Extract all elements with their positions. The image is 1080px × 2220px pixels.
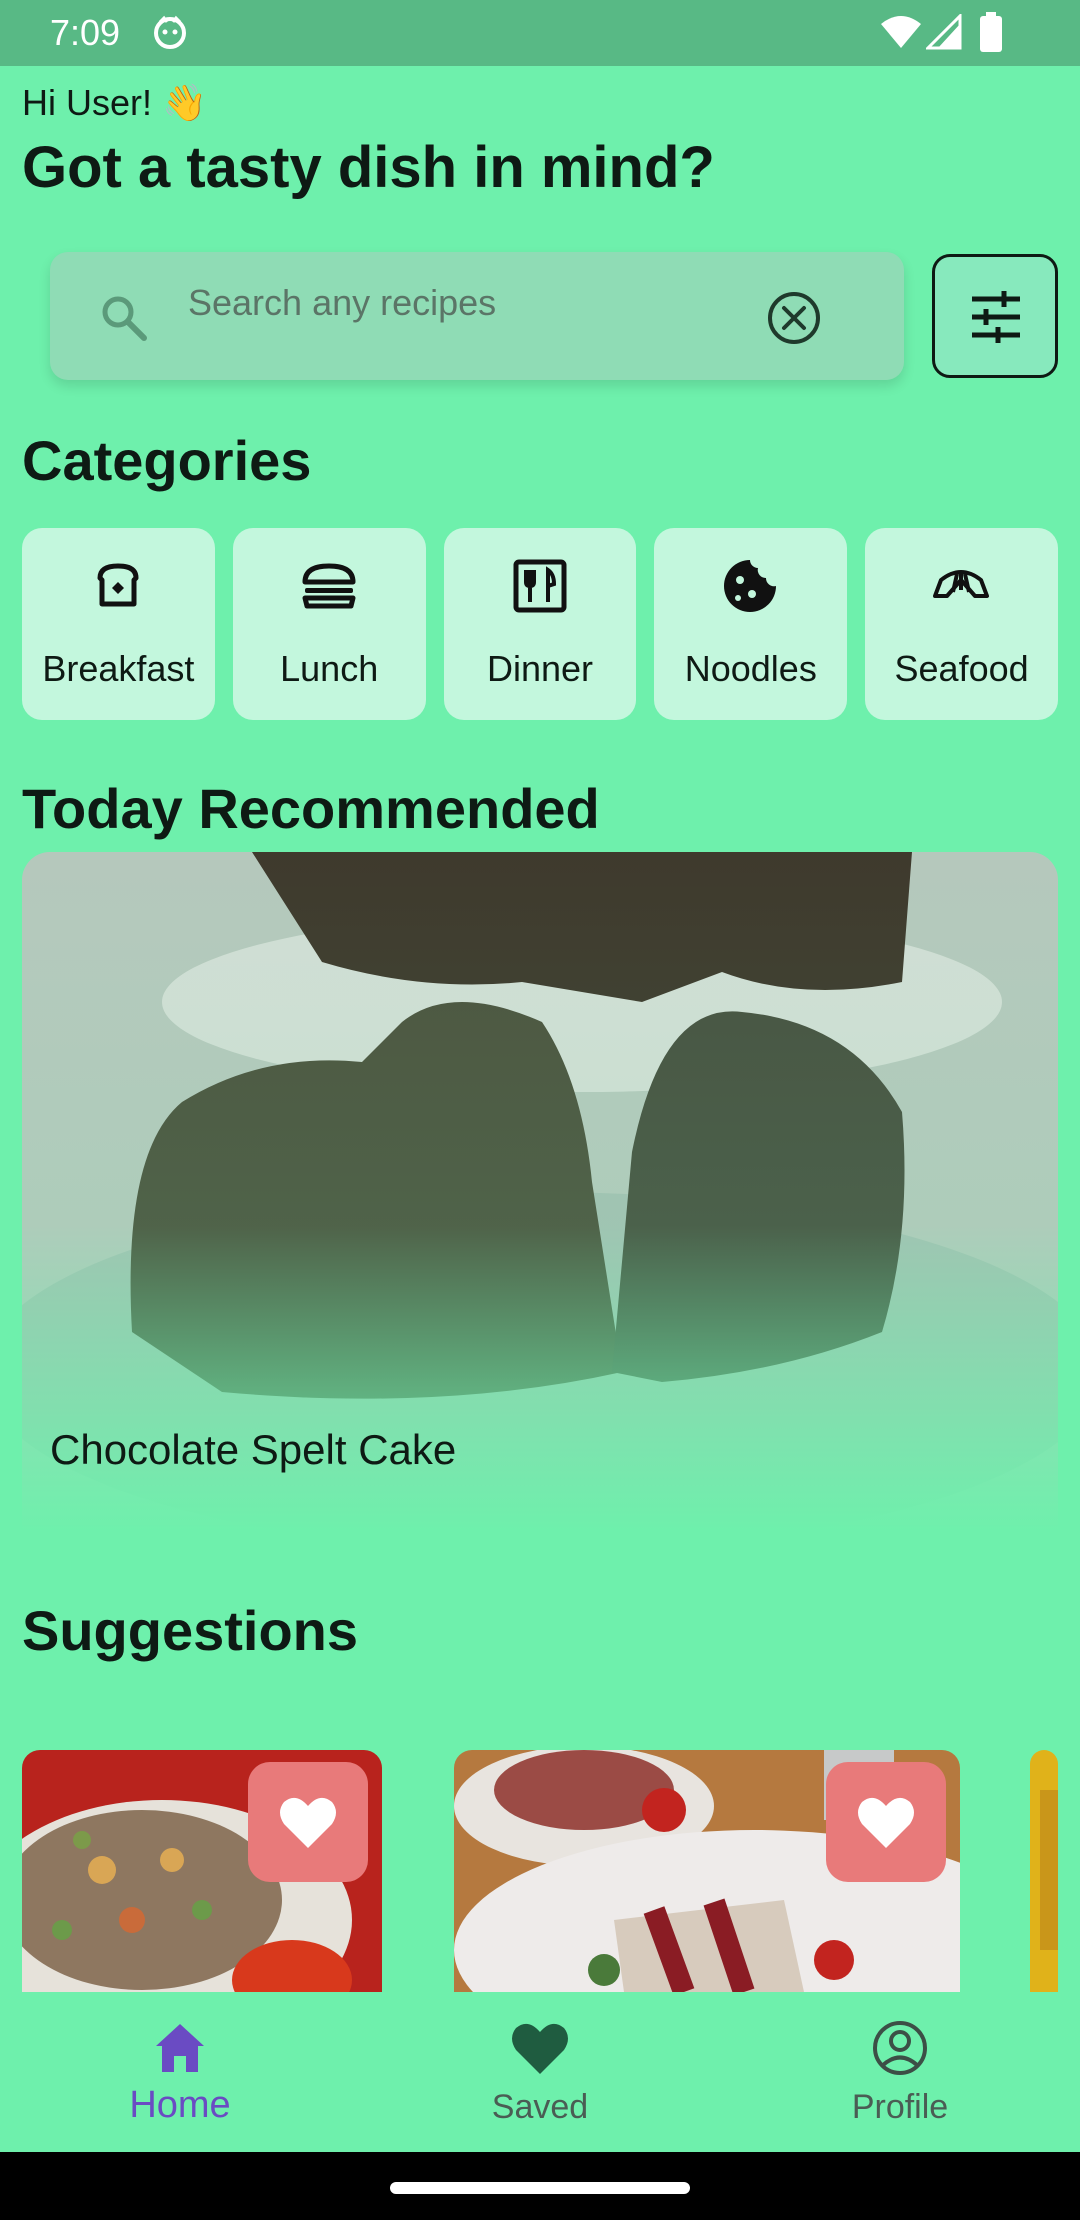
suggestion-card[interactable] [22, 1750, 382, 1992]
category-dinner[interactable]: Dinner [443, 528, 637, 720]
nav-saved[interactable]: Saved [360, 1992, 720, 2152]
home-gesture-handle[interactable] [390, 2182, 690, 2194]
account-circle-icon [873, 2021, 927, 2075]
nav-profile[interactable]: Profile [720, 1992, 1080, 2152]
nav-label: Home [129, 2084, 231, 2126]
seafood-icon [933, 570, 990, 598]
category-label: Breakfast [42, 648, 195, 689]
recipe-image [1030, 1750, 1058, 1992]
categories-list: Breakfast Lunch Dinner Noodles Seafood [22, 528, 1058, 720]
suggestion-card[interactable] [1030, 1750, 1058, 1992]
recommended-title: Today Recommended [22, 777, 600, 840]
recipe-name: Chocolate Spelt Cake [50, 1426, 457, 1473]
toast-icon [97, 563, 139, 607]
tune-icon [972, 291, 1020, 343]
category-label: Seafood [894, 648, 1029, 689]
clear-icon[interactable] [764, 288, 824, 348]
suggestions-title: Suggestions [22, 1599, 359, 1662]
search-input[interactable]: Search any recipes [50, 252, 904, 380]
cookie-icon [724, 560, 777, 612]
category-noodles[interactable]: Noodles [654, 528, 848, 720]
category-label: Lunch [280, 648, 379, 689]
page-title: Got a tasty dish in mind? [22, 135, 715, 200]
recommended-card[interactable]: Chocolate Spelt Cake [22, 852, 1058, 1532]
bottom-navigation: Home Saved Profile [0, 1992, 1080, 2152]
gesture-bar [0, 2152, 1080, 2220]
nav-label: Profile [851, 2088, 949, 2126]
signal-icon [926, 14, 962, 50]
favorite-button[interactable] [826, 1762, 946, 1882]
categories-title: Categories [22, 429, 312, 492]
battery-icon [980, 12, 1002, 52]
dinner-icon [513, 559, 567, 613]
burger-icon [302, 563, 356, 609]
heart-icon [858, 1797, 914, 1848]
greeting-text: Hi User! 👋 [22, 82, 207, 123]
nav-home[interactable]: Home [0, 1992, 360, 2152]
filter-button[interactable] [932, 254, 1058, 378]
category-label: Dinner [486, 648, 594, 689]
home-icon [156, 2024, 204, 2072]
search-icon [102, 296, 147, 341]
nav-label: Saved [491, 2088, 589, 2126]
category-seafood[interactable]: Seafood [865, 528, 1058, 720]
category-lunch[interactable]: Lunch [232, 528, 426, 720]
heart-icon [512, 2023, 568, 2074]
suggestion-card[interactable] [454, 1750, 960, 1992]
status-time: 7:09 [50, 12, 121, 53]
category-breakfast[interactable]: Breakfast [22, 528, 215, 720]
app-notification-icon [154, 15, 186, 49]
wifi-icon [881, 16, 921, 48]
heart-icon [280, 1797, 336, 1848]
search-placeholder: Search any recipes [188, 282, 497, 323]
category-label: Noodles [684, 648, 817, 689]
status-bar: 7:09 [0, 0, 1080, 66]
favorite-button[interactable] [248, 1762, 368, 1882]
